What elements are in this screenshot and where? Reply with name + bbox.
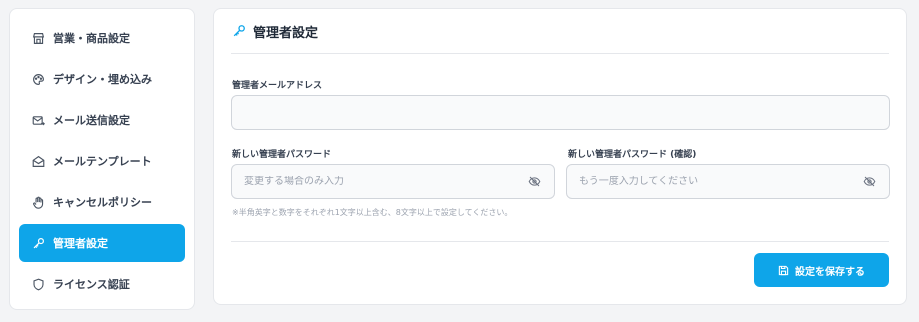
panel-header: 管理者設定 xyxy=(231,9,889,54)
confirm-password-box xyxy=(566,164,890,199)
divider xyxy=(231,241,889,242)
sidebar-item-cancel-policy[interactable]: キャンセルポリシー xyxy=(19,183,185,221)
palette-icon xyxy=(31,72,45,86)
settings-sidebar: 営業・商品設定 デザイン・埋め込み メール送信設定 メールテンプレート キャンセ… xyxy=(9,8,195,310)
sidebar-item-mail-template[interactable]: メールテンプレート xyxy=(19,142,185,180)
admin-settings-panel: 管理者設定 管理者メールアドレス 新しい管理者パスワード 新しい管理者パスワード… xyxy=(213,8,907,305)
new-password-box xyxy=(231,164,555,199)
confirm-password-field[interactable] xyxy=(579,176,863,187)
sidebar-item-admin[interactable]: 管理者設定 xyxy=(19,224,185,262)
save-icon xyxy=(778,265,789,276)
hand-icon xyxy=(31,195,45,209)
sidebar-item-label: メールテンプレート xyxy=(53,155,152,168)
email-field[interactable] xyxy=(244,107,877,118)
sidebar-item-label: ライセンス認証 xyxy=(53,278,130,291)
sidebar-item-label: デザイン・埋め込み xyxy=(53,73,152,86)
email-field-box xyxy=(231,95,890,130)
confirm-password-label: 新しい管理者パスワード (確認) xyxy=(568,150,697,160)
save-button-label: 設定を保存する xyxy=(795,266,865,278)
store-icon xyxy=(31,31,45,45)
new-password-field[interactable] xyxy=(244,176,528,187)
sidebar-item-label: メール送信設定 xyxy=(53,114,130,127)
sidebar-item-label: 管理者設定 xyxy=(53,237,108,250)
page-title: 管理者設定 xyxy=(253,25,319,41)
sidebar-item-label: 営業・商品設定 xyxy=(53,32,130,45)
sidebar-item-mail-send[interactable]: メール送信設定 xyxy=(19,101,185,139)
eye-off-icon[interactable] xyxy=(863,175,877,189)
email-label: 管理者メールアドレス xyxy=(232,81,323,91)
mail-open-icon xyxy=(31,154,45,168)
password-hint: ※半角英字と数字をそれぞれ1文字以上含む、8文字以上で設定してください。 xyxy=(232,208,513,217)
sidebar-item-business[interactable]: 営業・商品設定 xyxy=(19,19,185,57)
save-button[interactable]: 設定を保存する xyxy=(754,253,889,287)
key-icon xyxy=(232,24,246,38)
eye-off-icon[interactable] xyxy=(528,175,542,189)
sidebar-item-label: キャンセルポリシー xyxy=(53,196,152,209)
sidebar-item-license[interactable]: ライセンス認証 xyxy=(19,265,185,303)
shield-icon xyxy=(31,277,45,291)
sidebar-item-design[interactable]: デザイン・埋め込み xyxy=(19,60,185,98)
new-password-label: 新しい管理者パスワード xyxy=(232,150,332,160)
mail-send-icon xyxy=(31,113,45,127)
key-icon xyxy=(31,236,45,250)
